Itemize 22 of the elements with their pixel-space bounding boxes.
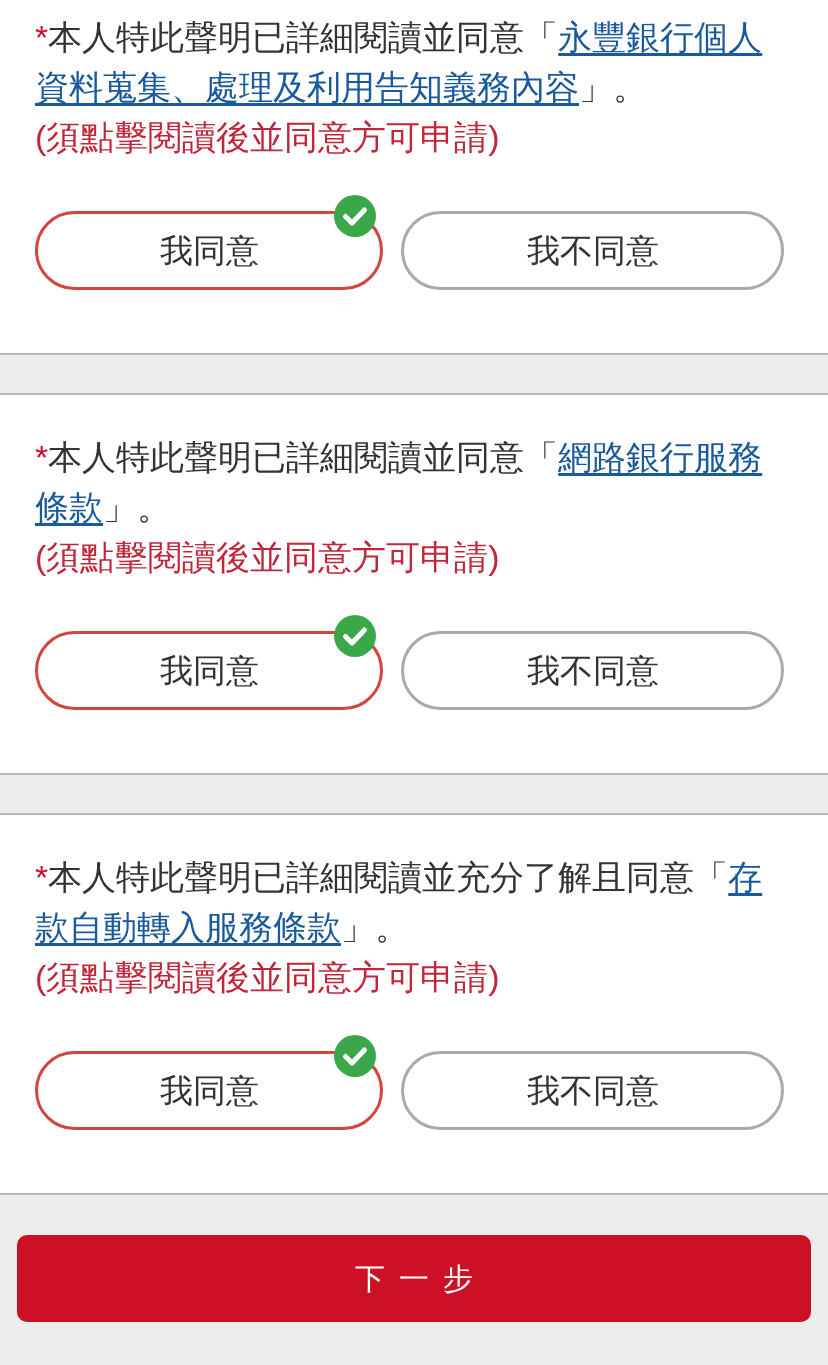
terms-link[interactable]: 網路銀行服務: [558, 438, 763, 476]
terms-link[interactable]: 永豐銀行個人: [558, 18, 763, 56]
terms-link[interactable]: 資料蒐集、處理及利用告知義務內容: [35, 68, 579, 106]
terms-link[interactable]: 款自動轉入服務條款: [35, 908, 341, 946]
required-note: (須點擊閱讀後並同意方可申請): [35, 537, 501, 578]
required-note: (須點擊閱讀後並同意方可申請): [35, 117, 501, 158]
required-note: (須點擊閱讀後並同意方可申請): [35, 957, 501, 998]
next-step-button[interactable]: 下一步: [17, 1235, 811, 1322]
disagree-button[interactable]: 我不同意: [401, 211, 784, 290]
terms-link[interactable]: 條款: [35, 488, 103, 526]
consent-statement: *本人特此聲明已詳細閱讀並同意「網路銀行服務 條款」。: [35, 437, 764, 528]
check-icon: [334, 615, 376, 657]
check-icon: [334, 195, 376, 237]
agree-button[interactable]: 我同意: [35, 1051, 383, 1130]
agree-button[interactable]: 我同意: [35, 631, 383, 710]
consent-statement: *本人特此聲明已詳細閱讀並充分了解且同意「存 款自動轉入服務條款」。: [35, 857, 764, 948]
terms-link[interactable]: 存: [728, 858, 763, 896]
consent-statement: *本人特此聲明已詳細閱讀並同意「永豐銀行個人 資料蒐集、處理及利用告知義務內容」。: [35, 17, 764, 108]
check-icon: [334, 1035, 376, 1077]
disagree-button[interactable]: 我不同意: [401, 631, 784, 710]
agree-button[interactable]: 我同意: [35, 211, 383, 290]
disagree-button[interactable]: 我不同意: [401, 1051, 784, 1130]
